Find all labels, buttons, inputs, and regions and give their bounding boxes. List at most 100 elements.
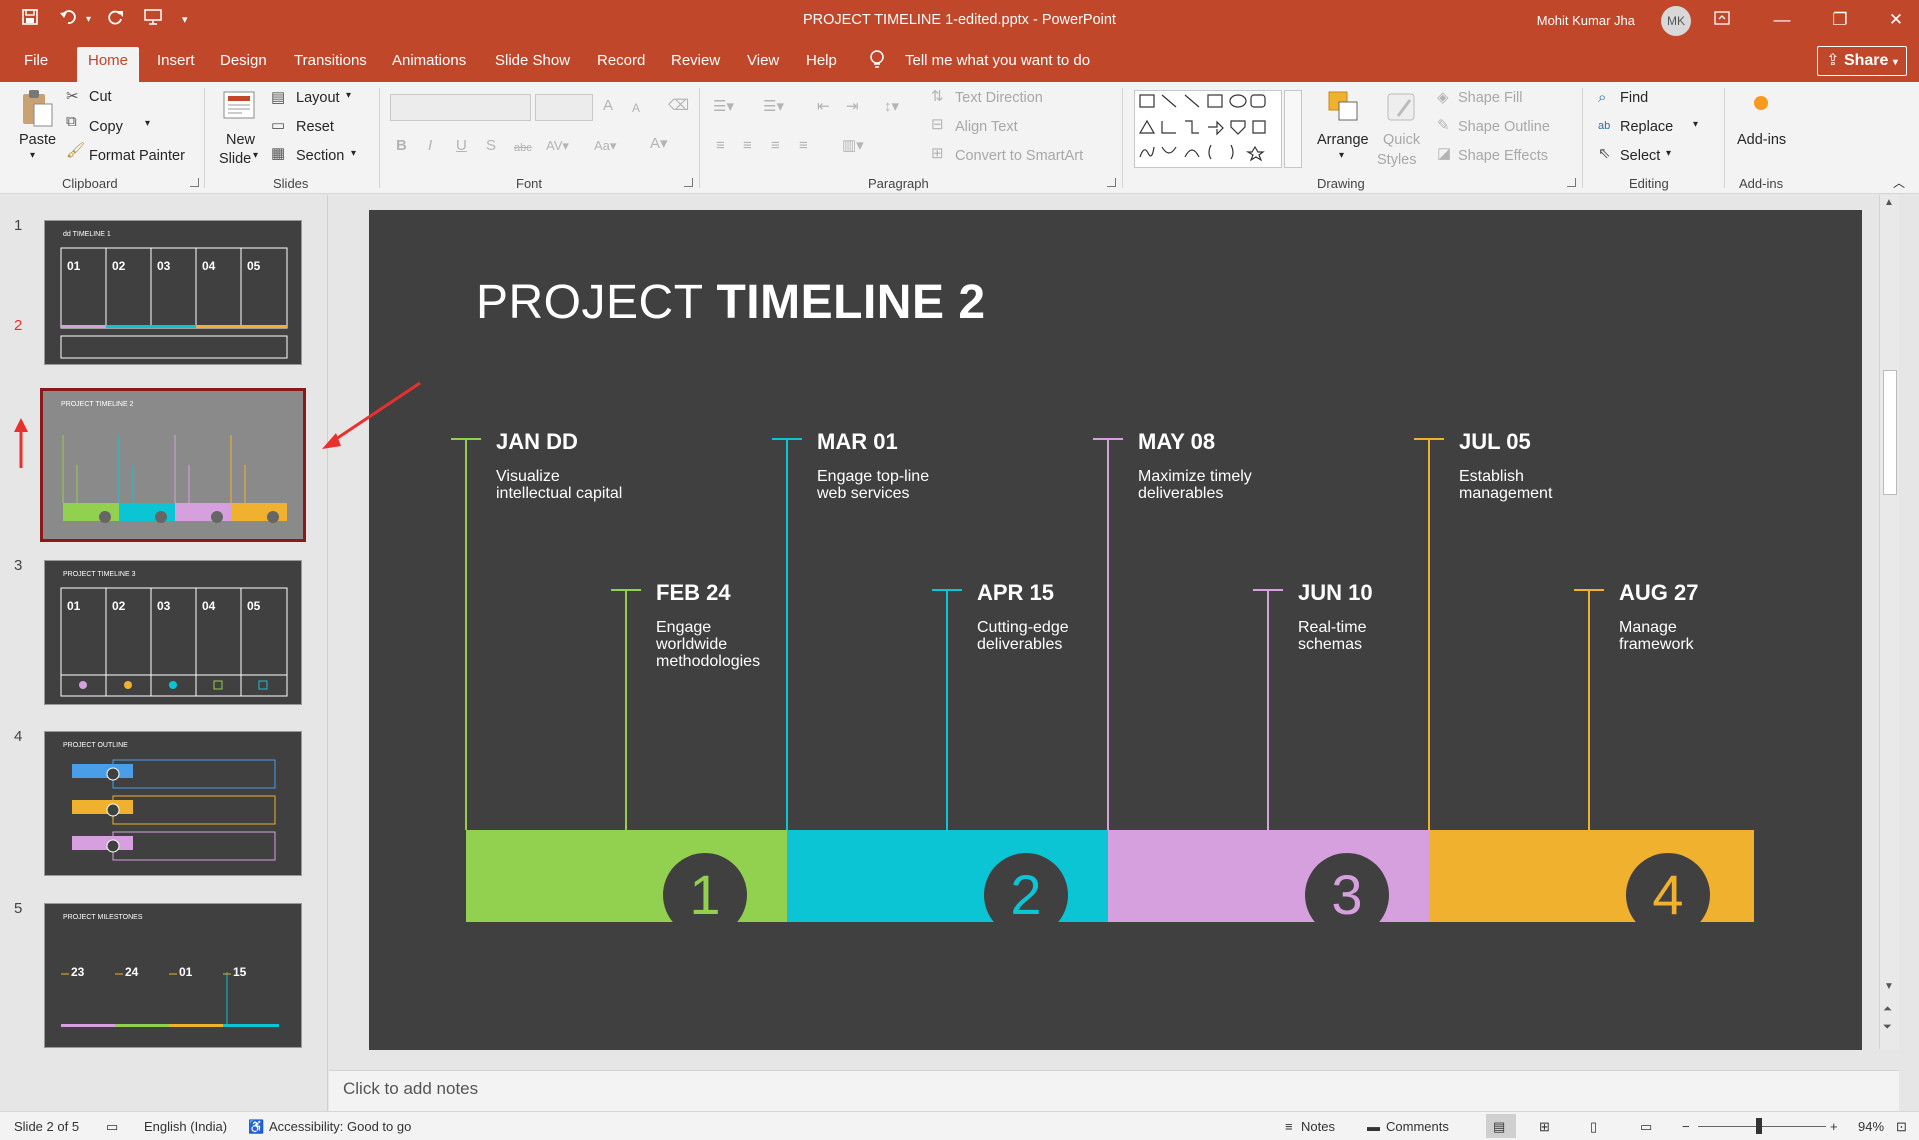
chevron-down-icon[interactable]: ▾ [145,118,150,129]
comments-button[interactable]: Comments [1386,1119,1449,1134]
align-text-button[interactable]: Align Text [955,119,1018,135]
notes-pane[interactable]: Click to add notes [329,1070,1899,1111]
character-spacing-icon[interactable]: AV▾ [546,136,569,156]
arrange-icon[interactable] [1327,90,1361,124]
zoom-slider[interactable] [1698,1126,1826,1127]
milestone-description[interactable]: Engage top-line web services [817,468,947,502]
reset-button[interactable]: Reset [296,119,334,135]
paste-button[interactable]: Paste [19,132,56,148]
milestone-description[interactable]: Maximize timely deliverables [1138,468,1268,502]
tab-help[interactable]: Help [806,52,837,69]
scrollbar-thumb[interactable] [1883,370,1897,495]
new-slide-label[interactable]: Slide [219,151,251,167]
font-size-combo[interactable] [535,94,593,121]
quick-styles-button[interactable]: Quick [1383,132,1420,148]
chevron-down-icon[interactable]: ▾ [346,90,351,101]
underline-icon[interactable]: U [456,136,467,156]
dialog-launcher-icon[interactable] [1567,178,1576,187]
zoom-in-icon[interactable]: + [1830,1119,1838,1134]
justify-icon[interactable]: ≡ [799,136,808,156]
select-button[interactable]: Select [1620,148,1660,164]
dialog-launcher-icon[interactable] [684,178,693,187]
increase-font-icon[interactable]: A [603,96,613,116]
milestone-description[interactable]: Visualize intellectual capital [496,468,626,502]
chevron-down-icon[interactable]: ▾ [1339,150,1344,161]
tab-file[interactable]: File [24,52,48,69]
tab-transitions[interactable]: Transitions [294,52,367,69]
shape-fill-button[interactable]: Shape Fill [1458,90,1522,106]
slide-canvas[interactable]: PROJECT TIMELINE 2 1 2 3 4 JAN DD Visualize i… [369,210,1862,1050]
zoom-level[interactable]: 94% [1858,1119,1884,1134]
text-direction-button[interactable]: Text Direction [955,90,1043,106]
columns-icon[interactable]: ▥▾ [842,136,864,156]
slide-thumbnail-5[interactable]: PROJECT MILESTONES 23 24 01 15 [44,903,302,1048]
milestone-description[interactable]: Cutting-edge deliverables [977,619,1107,653]
dialog-launcher-icon[interactable] [1107,178,1116,187]
slide-counter[interactable]: Slide 2 of 5 [14,1119,79,1134]
quick-styles-icon[interactable] [1384,90,1420,126]
find-button[interactable]: Find [1620,90,1648,106]
minimize-icon[interactable]: — [1759,6,1805,34]
scroll-down-icon[interactable]: ▼ [1884,981,1894,992]
tab-review[interactable]: Review [671,52,720,69]
collapse-ribbon-icon[interactable]: ︿ [1893,174,1905,191]
align-right-icon[interactable]: ≡ [771,136,780,156]
new-slide-icon[interactable] [222,88,258,124]
section-button[interactable]: Section [296,148,344,164]
next-slide-icon[interactable]: ⏷ [1883,1021,1892,1034]
tab-record[interactable]: Record [597,52,645,69]
tab-home[interactable]: Home [77,47,140,82]
line-spacing-icon[interactable]: ↕▾ [884,97,899,117]
chevron-down-icon[interactable]: ▾ [1666,148,1671,159]
numbering-icon[interactable]: ☰▾ [763,97,784,117]
slide-sorter-icon[interactable]: ⊞ [1539,1119,1550,1135]
milestone-date[interactable]: MAY 08 [1138,429,1215,455]
slide-thumbnail-3[interactable]: PROJECT TIMELINE 3 01 02 03 04 05 [44,560,302,705]
clear-formatting-icon[interactable]: ⌫ [668,96,689,116]
milestone-date[interactable]: MAR 01 [817,429,898,455]
shape-effects-button[interactable]: Shape Effects [1458,148,1548,164]
decrease-font-icon[interactable]: A [632,98,640,118]
tab-slide-show[interactable]: Slide Show [495,52,570,69]
user-name[interactable]: Mohit Kumar Jha [1537,13,1635,28]
tab-view[interactable]: View [747,52,779,69]
format-painter-button[interactable]: Format Painter [89,148,185,164]
chevron-down-icon[interactable]: ▾ [351,148,356,159]
chevron-down-icon[interactable]: ▾ [253,150,258,161]
milestone-description[interactable]: Real-time schemas [1298,619,1428,653]
shadow-icon[interactable]: S [486,136,496,156]
shapes-gallery[interactable] [1134,90,1282,168]
add-ins-icon[interactable] [1754,96,1768,110]
tab-animations[interactable]: Animations [392,52,466,69]
font-color-icon[interactable]: A▾ [650,134,668,154]
slideshow-icon[interactable]: ▭ [1640,1119,1652,1135]
decrease-indent-icon[interactable]: ⇤ [817,97,830,117]
restore-icon[interactable]: ❐ [1817,6,1863,34]
dialog-launcher-icon[interactable] [190,178,199,187]
fit-slide-icon[interactable]: ⊡ [1896,1119,1907,1135]
cut-button[interactable]: Cut [89,89,112,105]
arrange-button[interactable]: Arrange [1317,132,1369,148]
bold-icon[interactable]: B [396,136,407,156]
tell-me-search[interactable]: Tell me what you want to do [905,52,1090,69]
vertical-scrollbar[interactable]: ▲ ▼ ⏶ ⏷ [1879,195,1899,1049]
copy-button[interactable]: Copy [89,119,123,135]
new-slide-button[interactable]: New [226,132,255,148]
slide-thumbnail-1[interactable]: dd TIMELINE 1 01 02 03 04 05 [44,220,302,365]
shapes-gallery-scroll[interactable] [1284,90,1302,168]
milestone-date[interactable]: JUL 05 [1459,429,1531,455]
chevron-down-icon[interactable]: ▾ [1693,119,1698,130]
notes-placeholder[interactable]: Click to add notes [343,1079,478,1099]
notes-button[interactable]: Notes [1301,1119,1335,1134]
milestone-description[interactable]: Establish management [1459,468,1589,502]
shape-outline-button[interactable]: Shape Outline [1458,119,1550,135]
reading-view-icon[interactable]: ▯ [1590,1119,1597,1135]
milestone-description[interactable]: Manage framework [1619,619,1749,653]
ribbon-display-icon[interactable] [1699,6,1745,34]
italic-icon[interactable]: I [428,136,432,156]
milestone-date[interactable]: AUG 27 [1619,580,1698,606]
tab-design[interactable]: Design [220,52,267,69]
zoom-slider-thumb[interactable] [1756,1118,1762,1134]
add-ins-button[interactable]: Add-ins [1737,132,1786,148]
chevron-down-icon[interactable]: ▾ [30,150,35,161]
